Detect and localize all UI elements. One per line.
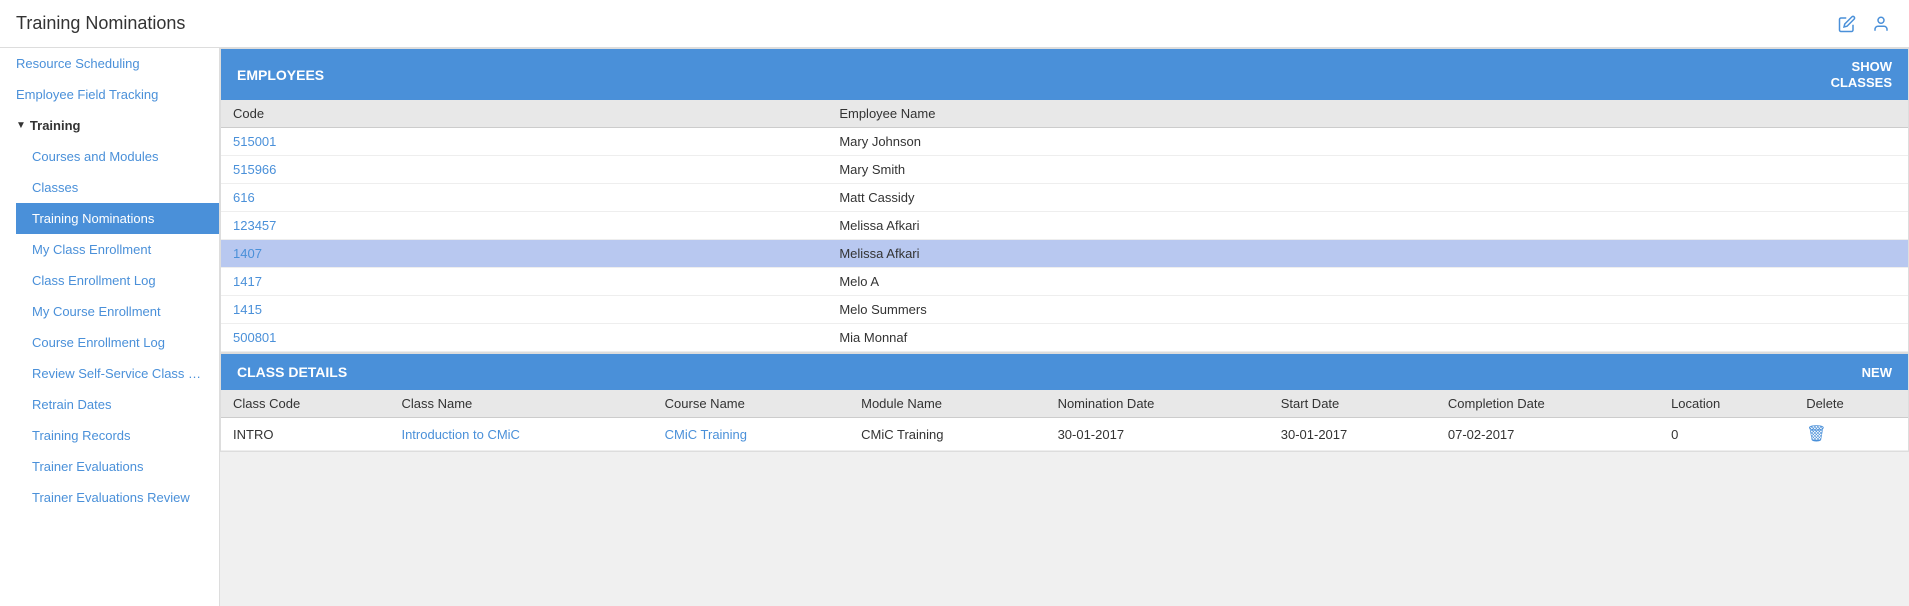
col-location: Location [1659,390,1794,418]
col-code: Code [221,100,827,128]
sidebar-item-retrain-dates[interactable]: Retrain Dates [16,389,219,420]
employees-panel-title: EMPLOYEES [237,67,324,83]
table-row[interactable]: 515966 Mary Smith [221,156,1908,184]
table-row[interactable]: 515001 Mary Johnson [221,128,1908,156]
employee-code: 123457 [221,212,827,240]
table-row[interactable]: 123457 Melissa Afkari [221,212,1908,240]
table-row[interactable]: 616 Matt Cassidy [221,184,1908,212]
sidebar-item-classes[interactable]: Classes [16,172,219,203]
col-module-name: Module Name [849,390,1045,418]
class-details-panel: CLASS DETAILS NEW Class Code Class Name … [220,353,1909,452]
main-layout: Resource Scheduling Employee Field Track… [0,48,1909,606]
class-details-panel-header: CLASS DETAILS NEW [221,354,1908,390]
class-name: Introduction to CMiC [389,418,652,451]
sidebar-item-resource-scheduling[interactable]: Resource Scheduling [0,48,219,79]
module-name: CMiC Training [849,418,1045,451]
table-row[interactable]: 500801 Mia Monnaf [221,324,1908,352]
sidebar-item-my-course-enrollment[interactable]: My Course Enrollment [16,296,219,327]
col-employee-name: Employee Name [827,100,1908,128]
sidebar-item-employee-field-tracking[interactable]: Employee Field Tracking [0,79,219,110]
employee-name: Melo Summers [827,296,1908,324]
col-class-code: Class Code [221,390,389,418]
sidebar-item-training-records[interactable]: Training Records [16,420,219,451]
show-classes-button[interactable]: SHOW CLASSES [1831,59,1892,90]
edit-icon[interactable] [1835,12,1859,36]
table-row[interactable]: 1415 Melo Summers [221,296,1908,324]
page-title: Training Nominations [16,13,185,34]
employee-code-link[interactable]: 1417 [233,274,262,289]
class-name-link[interactable]: Introduction to CMiC [401,427,520,442]
col-delete: Delete [1794,390,1908,418]
completion-date: 07-02-2017 [1436,418,1659,451]
sidebar-item-review-self-service[interactable]: Review Self-Service Class Enrollm [16,358,219,389]
sidebar-item-training-nominations[interactable]: Training Nominations [16,203,219,234]
employee-code: 1415 [221,296,827,324]
employee-name: Mia Monnaf [827,324,1908,352]
table-row[interactable]: 1417 Melo A [221,268,1908,296]
sidebar-training-subsection: Courses and Modules Classes Training Nom… [0,141,219,513]
employee-name: Mary Johnson [827,128,1908,156]
section-label: Training [30,118,81,133]
delete-icon[interactable]: 🗑 [1806,426,1826,443]
sidebar: Resource Scheduling Employee Field Track… [0,48,220,606]
employee-name: Melissa Afkari [827,212,1908,240]
col-nomination-date: Nomination Date [1046,390,1269,418]
employee-code: 500801 [221,324,827,352]
employee-code-link[interactable]: 500801 [233,330,276,345]
employees-table-wrapper: Code Employee Name 515001 Mary Johnson 5… [221,100,1908,352]
header-actions [1835,12,1893,36]
col-course-name: Course Name [653,390,849,418]
class-details-panel-title: CLASS DETAILS [237,364,347,380]
employee-code-link[interactable]: 1415 [233,302,262,317]
header: Training Nominations [0,0,1909,48]
user-icon[interactable] [1869,12,1893,36]
employee-code: 1407 [221,240,827,268]
employee-code-link[interactable]: 515001 [233,134,276,149]
employee-name: Mary Smith [827,156,1908,184]
delete-cell[interactable]: 🗑 [1794,418,1908,451]
employees-table-header-row: Code Employee Name [221,100,1908,128]
employee-code-link[interactable]: 515966 [233,162,276,177]
nomination-date: 30-01-2017 [1046,418,1269,451]
employee-name: Melissa Afkari [827,240,1908,268]
sidebar-item-courses-and-modules[interactable]: Courses and Modules [16,141,219,172]
table-row[interactable]: INTRO Introduction to CMiC CMiC Training… [221,418,1908,451]
col-completion-date: Completion Date [1436,390,1659,418]
new-button[interactable]: NEW [1862,365,1892,380]
content-area: EMPLOYEES SHOW CLASSES Code Employee Nam… [220,48,1909,606]
sidebar-item-course-enrollment-log[interactable]: Course Enrollment Log [16,327,219,358]
location: 0 [1659,418,1794,451]
table-row[interactable]: 1407 Melissa Afkari [221,240,1908,268]
employee-name: Matt Cassidy [827,184,1908,212]
class-code: INTRO [221,418,389,451]
start-date: 30-01-2017 [1269,418,1436,451]
course-name-link[interactable]: CMiC Training [665,427,747,442]
employee-code-link[interactable]: 1407 [233,246,262,261]
sidebar-item-trainer-evaluations[interactable]: Trainer Evaluations [16,451,219,482]
employee-code: 1417 [221,268,827,296]
sidebar-item-my-class-enrollment[interactable]: My Class Enrollment [16,234,219,265]
employee-code-link[interactable]: 616 [233,190,255,205]
employees-table: Code Employee Name 515001 Mary Johnson 5… [221,100,1908,352]
employee-code: 515966 [221,156,827,184]
sidebar-training-section: ▼ Training [0,110,219,141]
employees-panel-header: EMPLOYEES SHOW CLASSES [221,49,1908,100]
employee-name: Melo A [827,268,1908,296]
sidebar-item-class-enrollment-log[interactable]: Class Enrollment Log [16,265,219,296]
class-details-header-row: Class Code Class Name Course Name Module… [221,390,1908,418]
employee-code: 515001 [221,128,827,156]
employee-code: 616 [221,184,827,212]
sidebar-item-trainer-evaluations-review[interactable]: Trainer Evaluations Review [16,482,219,513]
employees-panel: EMPLOYEES SHOW CLASSES Code Employee Nam… [220,48,1909,353]
course-name: CMiC Training [653,418,849,451]
section-arrow: ▼ [16,120,26,131]
col-start-date: Start Date [1269,390,1436,418]
class-details-table: Class Code Class Name Course Name Module… [221,390,1908,451]
employee-code-link[interactable]: 123457 [233,218,276,233]
col-class-name: Class Name [389,390,652,418]
